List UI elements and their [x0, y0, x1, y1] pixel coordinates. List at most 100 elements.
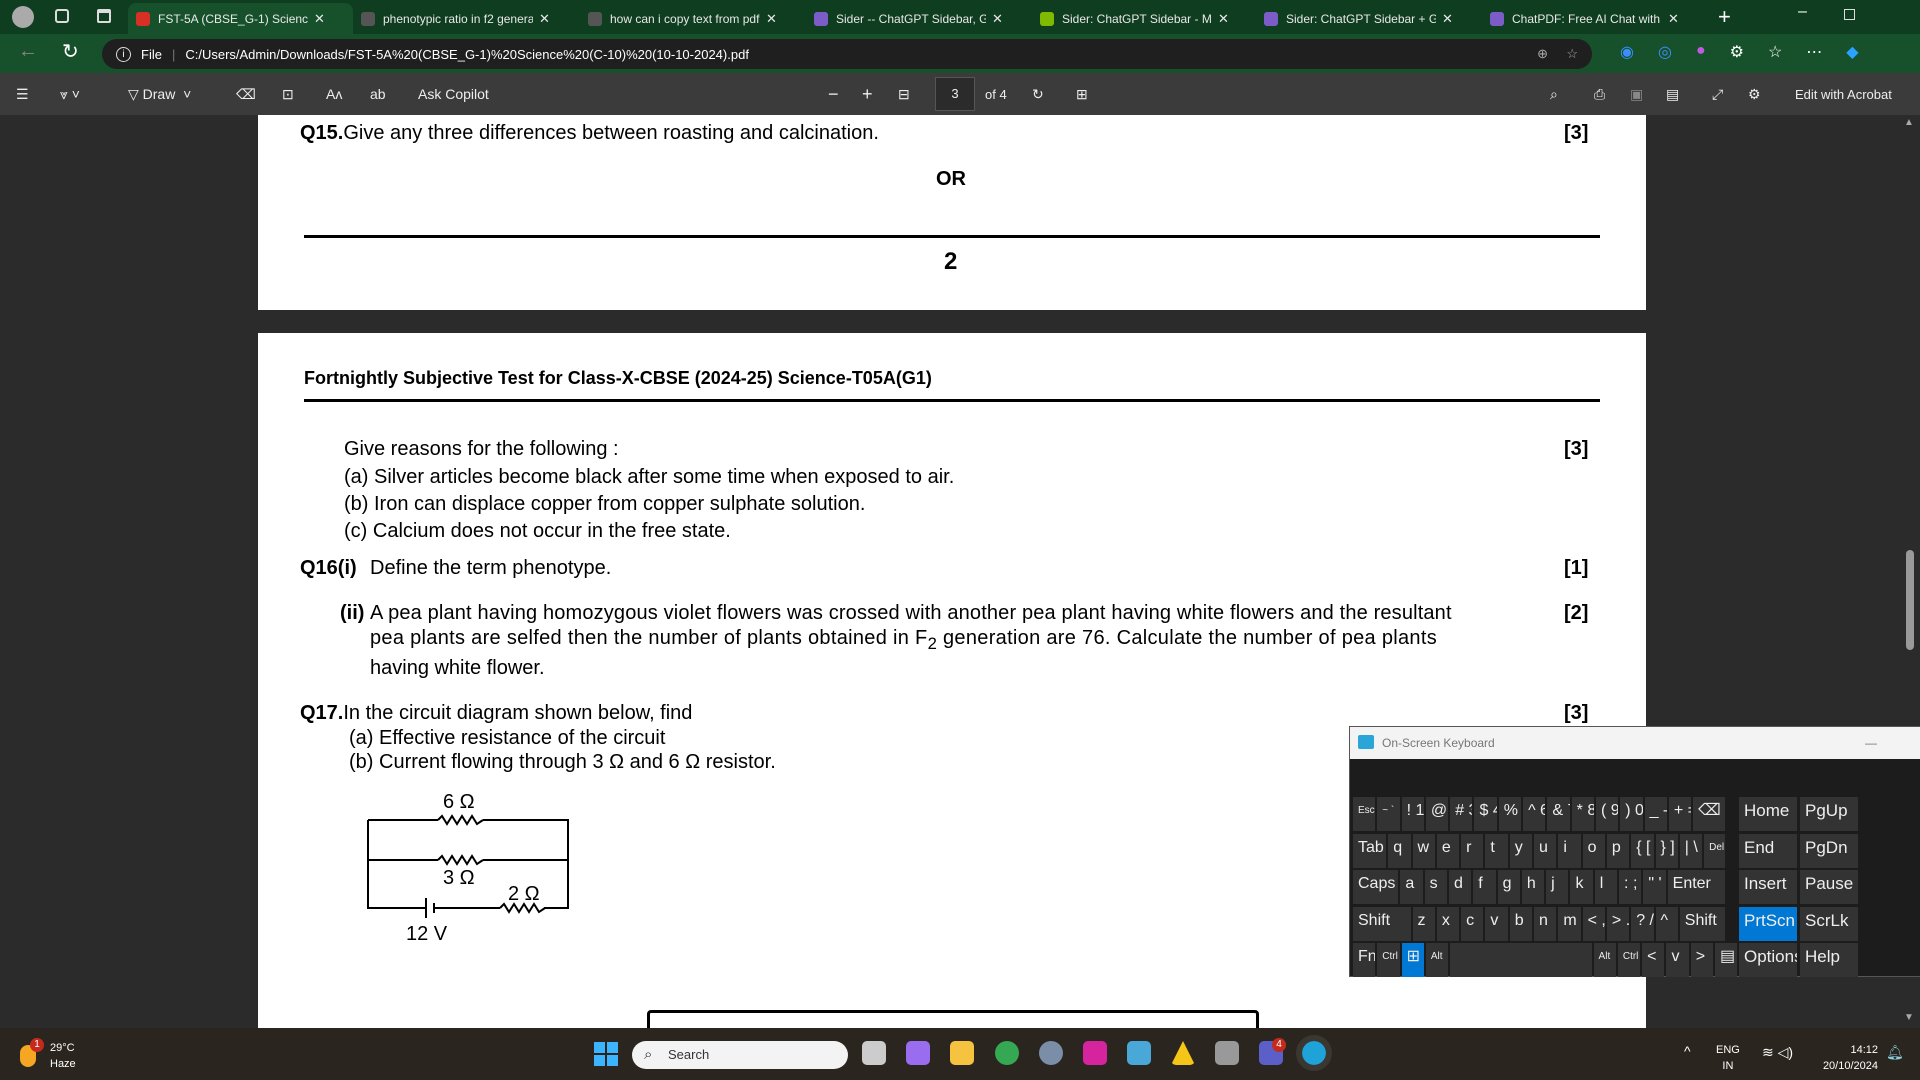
- tab[interactable]: how can i copy text from pdf - ✕: [580, 3, 802, 34]
- calculator-icon[interactable]: [1215, 1041, 1239, 1065]
- key[interactable]: r: [1461, 833, 1484, 868]
- key[interactable]: Shift: [1353, 906, 1411, 941]
- save-as-icon[interactable]: ▤: [1666, 73, 1679, 115]
- file-explorer-icon[interactable]: [950, 1041, 974, 1065]
- copilot-app-icon[interactable]: [906, 1041, 930, 1065]
- key[interactable]: v: [1485, 906, 1508, 941]
- key[interactable]: # 3: [1450, 797, 1473, 831]
- key[interactable]: b: [1509, 906, 1533, 941]
- text-box-icon[interactable]: ⊡: [282, 73, 294, 115]
- key[interactable]: * 8: [1571, 797, 1594, 831]
- key[interactable]: > .: [1606, 906, 1630, 941]
- key[interactable]: _ -: [1644, 797, 1667, 831]
- minimize-button[interactable]: —: [1865, 736, 1877, 750]
- tab-close-icon[interactable]: ✕: [314, 11, 325, 27]
- edge-icon[interactable]: [1296, 1035, 1332, 1071]
- settings-app-icon[interactable]: [1039, 1041, 1063, 1065]
- key[interactable]: d: [1448, 870, 1472, 904]
- key[interactable]: & 7: [1547, 797, 1570, 831]
- key[interactable]: PrtScn: [1739, 906, 1797, 941]
- key[interactable]: { [: [1631, 833, 1654, 868]
- tab[interactable]: Sider: ChatGPT Sidebar - Micro ✕: [1032, 3, 1254, 34]
- key[interactable]: ~ `: [1377, 797, 1400, 831]
- minimize-button[interactable]: –: [1798, 3, 1807, 21]
- print-icon[interactable]: ⎙: [1594, 73, 1605, 115]
- key[interactable]: e: [1436, 833, 1460, 868]
- key[interactable]: o: [1582, 833, 1605, 868]
- weather-temp[interactable]: 29°C: [50, 1042, 75, 1054]
- key[interactable]: | \: [1679, 833, 1703, 868]
- key[interactable]: Del: [1704, 833, 1726, 868]
- key[interactable]: + =: [1668, 797, 1692, 831]
- key[interactable]: n: [1534, 906, 1557, 941]
- key[interactable]: PgDn: [1800, 833, 1858, 868]
- key[interactable]: i: [1558, 833, 1581, 868]
- key[interactable]: p: [1606, 833, 1630, 868]
- zoom-out-button[interactable]: −: [828, 73, 839, 115]
- key[interactable]: Home: [1739, 797, 1797, 831]
- key[interactable]: u: [1534, 833, 1557, 868]
- copilot-icon[interactable]: ◆: [1846, 42, 1858, 62]
- lang-indicator[interactable]: ENG IN: [1716, 1042, 1740, 1074]
- key[interactable]: Caps: [1353, 870, 1399, 904]
- key[interactable]: a: [1400, 870, 1423, 904]
- key[interactable]: f: [1473, 870, 1496, 904]
- key[interactable]: ) 0: [1620, 797, 1643, 831]
- refresh-button[interactable]: ↻: [62, 39, 79, 64]
- key[interactable]: ⊞: [1401, 943, 1424, 977]
- app-icon[interactable]: [1127, 1041, 1151, 1065]
- draw-button[interactable]: ▽ Draw ˅: [128, 73, 191, 115]
- start-button[interactable]: [594, 1042, 618, 1066]
- tab-close-icon[interactable]: ✕: [1442, 11, 1453, 27]
- key[interactable]: } ]: [1655, 833, 1678, 868]
- key[interactable]: Pause: [1800, 870, 1858, 904]
- key[interactable]: ? /: [1631, 906, 1654, 941]
- key[interactable]: Enter: [1667, 870, 1726, 904]
- restore-button[interactable]: [1844, 9, 1855, 20]
- scroll-thumb[interactable]: [1906, 550, 1914, 650]
- chrome-icon[interactable]: [995, 1041, 1019, 1065]
- key[interactable]: ^ 6: [1523, 797, 1546, 831]
- tab[interactable]: FST-5A (CBSE_G-1) Science (C- ✕: [128, 3, 353, 34]
- osk-title-bar[interactable]: On-Screen Keyboard —: [1350, 727, 1920, 759]
- scroll-down-arrow[interactable]: ▼: [1904, 1012, 1914, 1023]
- rotate-icon[interactable]: ↻: [1032, 73, 1044, 115]
- key[interactable]: Alt: [1593, 943, 1616, 977]
- tab-actions-icon[interactable]: [97, 9, 111, 23]
- more-menu-icon[interactable]: ⋯: [1806, 42, 1822, 62]
- back-button[interactable]: ←: [18, 40, 38, 63]
- eraser-icon[interactable]: ⌫: [236, 73, 256, 115]
- instagram-icon[interactable]: [1083, 1041, 1107, 1065]
- key[interactable]: Alt: [1425, 943, 1449, 977]
- tab-close-icon[interactable]: ✕: [992, 11, 1003, 27]
- fullscreen-icon[interactable]: ⤢: [1712, 73, 1723, 115]
- favorite-star-icon[interactable]: ☆: [1566, 46, 1578, 62]
- fit-page-icon[interactable]: ⊟: [898, 73, 910, 115]
- key[interactable]: q: [1388, 833, 1411, 868]
- key[interactable]: m: [1558, 906, 1581, 941]
- key[interactable]: Esc: [1353, 797, 1376, 831]
- workspaces-icon[interactable]: [55, 9, 69, 23]
- zoom-in-button[interactable]: +: [862, 73, 873, 115]
- page-view-icon[interactable]: ⊞: [1076, 73, 1088, 115]
- key[interactable]: Ctrl: [1617, 943, 1641, 977]
- key[interactable]: s: [1424, 870, 1447, 904]
- key[interactable]: Fn: [1353, 943, 1376, 977]
- translate-icon[interactable]: ab: [370, 73, 386, 115]
- info-icon[interactable]: i: [116, 46, 131, 62]
- key[interactable]: ( 9: [1595, 797, 1619, 831]
- key[interactable]: ⌫: [1693, 797, 1726, 831]
- key[interactable]: End: [1739, 833, 1797, 868]
- tray-chevron-icon[interactable]: ^: [1684, 1043, 1691, 1059]
- new-tab-button[interactable]: +: [1718, 4, 1731, 30]
- key[interactable]: : ;: [1619, 870, 1642, 904]
- key[interactable]: Options: [1739, 943, 1797, 977]
- address-bar[interactable]: i File | C:/Users/Admin/Downloads/FST-5A…: [102, 39, 1592, 69]
- tab-close-icon[interactable]: ✕: [1218, 11, 1229, 27]
- ask-copilot-button[interactable]: Ask Copilot: [418, 73, 489, 115]
- key[interactable]: k: [1570, 870, 1593, 904]
- key[interactable]: y: [1509, 833, 1533, 868]
- key[interactable]: c: [1461, 906, 1484, 941]
- key[interactable]: [1450, 943, 1592, 977]
- scroll-up-arrow[interactable]: ▲: [1904, 117, 1914, 128]
